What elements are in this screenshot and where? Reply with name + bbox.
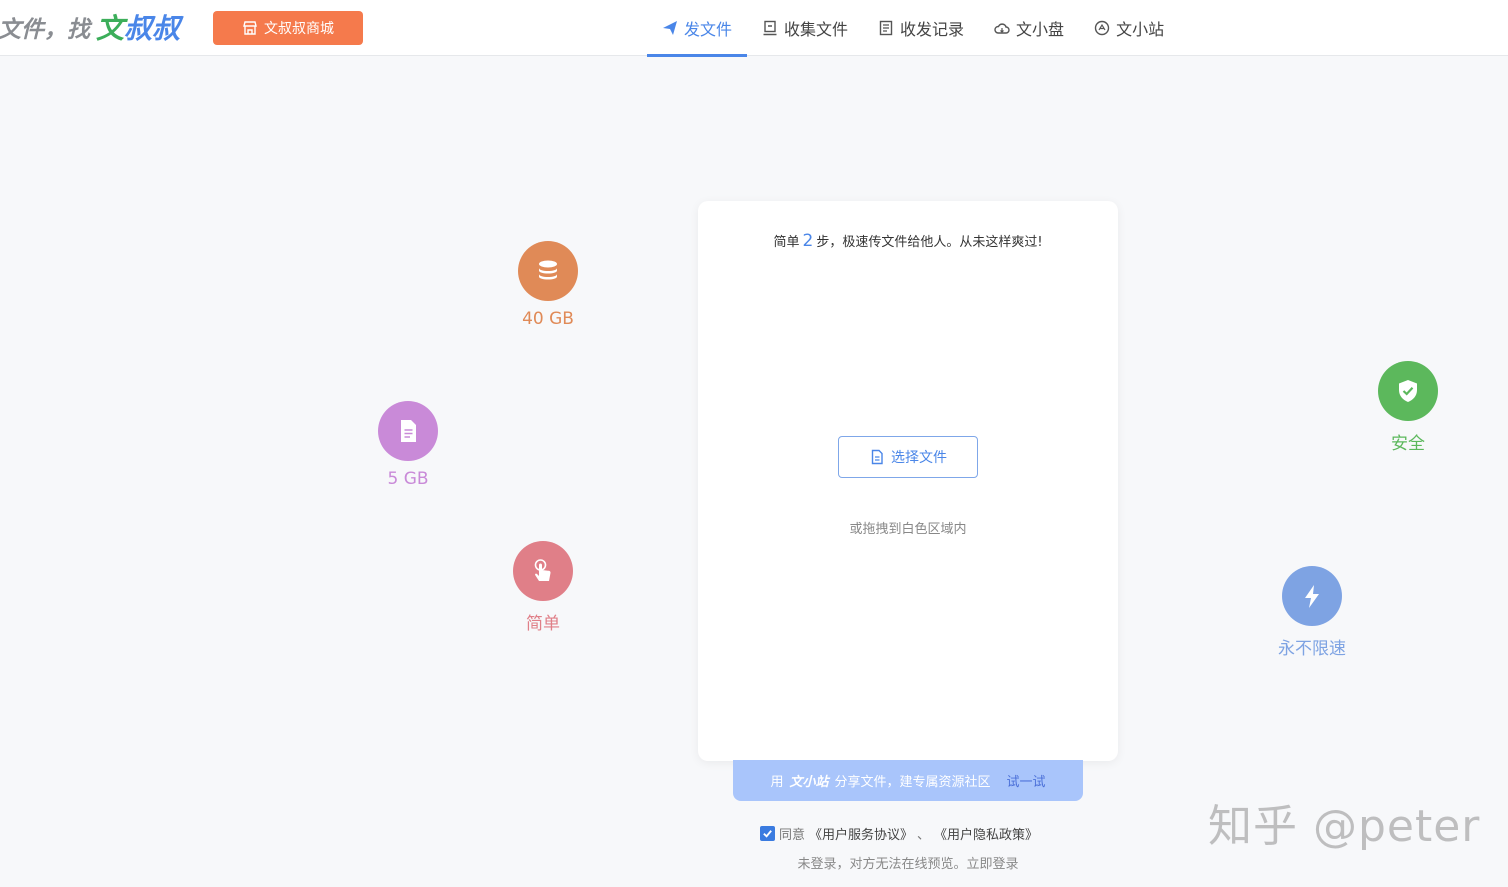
- feature-secure: 安全: [1348, 361, 1468, 454]
- feature-file-size-circle: [378, 401, 438, 461]
- file-icon: [401, 420, 416, 442]
- login-hint[interactable]: 未登录，对方无法在线预览。立即登录: [797, 857, 1018, 872]
- login-hint-row: 未登录，对方无法在线预览。立即登录: [0, 853, 1508, 872]
- feature-storage: 40 GB: [488, 241, 608, 329]
- nav-collect-file[interactable]: 收集文件: [747, 0, 863, 56]
- feature-simple: 简单: [483, 541, 603, 634]
- feature-speed: 永不限速: [1252, 566, 1372, 659]
- feature-storage-label: 40 GB: [522, 309, 574, 329]
- nav-station[interactable]: 文小站: [1079, 0, 1179, 56]
- title-step-count: 2: [802, 231, 814, 251]
- title-suffix: 步，极速传文件给他人。从未这样爽过!: [816, 235, 1043, 250]
- station-promo-banner[interactable]: 用 文小站 分享文件，建专属资源社区 试一试: [733, 760, 1083, 801]
- banner-prefix: 用: [770, 775, 784, 790]
- shield-check-icon: [1399, 380, 1417, 402]
- feature-file-size: 5 GB: [348, 401, 468, 489]
- agreement-row: 同意 《用户服务协议》 、 《用户隐私政策》: [760, 824, 1038, 843]
- upload-drop-area[interactable]: 简单 2 步，极速传文件给他人。从未这样爽过! 选择文件 或拖拽到白色区域内: [698, 201, 1118, 761]
- main-nav: 发文件 收集文件 收发记录 文小盘 文小站: [647, 0, 1179, 57]
- nav-label: 文小站: [1116, 20, 1165, 39]
- document-icon: [871, 449, 883, 465]
- feature-speed-label: 永不限速: [1278, 639, 1346, 659]
- upload-card-title: 简单 2 步，极速传文件给他人。从未这样爽过!: [698, 231, 1118, 251]
- nav-label: 收发记录: [900, 20, 965, 39]
- drag-hint: 或拖拽到白色区域内: [849, 522, 967, 537]
- agree-label: 同意: [779, 828, 806, 843]
- logo-brand-first: 文: [96, 12, 125, 45]
- nav-cloud-disk[interactable]: 文小盘: [979, 0, 1079, 56]
- feature-storage-circle: [518, 241, 578, 301]
- try-it-link[interactable]: 试一试: [1007, 771, 1046, 790]
- tap-hand-icon: [534, 559, 551, 581]
- cloud-disk-icon: [994, 23, 1010, 34]
- nav-records[interactable]: 收发记录: [863, 0, 979, 56]
- select-file-label: 选择文件: [891, 450, 947, 466]
- nav-send-file[interactable]: 发文件: [647, 0, 748, 57]
- lightning-icon: [1305, 585, 1319, 608]
- feature-file-size-label: 5 GB: [387, 469, 429, 489]
- checkmark-icon: [763, 830, 772, 838]
- collect-icon: [763, 20, 777, 36]
- store-icon: [243, 21, 257, 35]
- record-icon: [879, 20, 893, 36]
- banner-brand: 文小站: [789, 775, 829, 790]
- shop-button[interactable]: 文叔叔商城: [213, 11, 363, 45]
- logo-brand-rest: 叔叔: [124, 12, 181, 45]
- send-icon: [663, 21, 677, 35]
- station-icon: [1094, 20, 1110, 36]
- top-header: 文件，找 文 叔叔 文叔叔商城 发文件 收集文件 收发记录 文小盘 文小站: [0, 0, 1508, 57]
- feature-simple-label: 简单: [526, 614, 560, 634]
- nav-label: 收集文件: [784, 20, 849, 39]
- select-file-button[interactable]: 选择文件: [838, 436, 978, 478]
- database-icon: [539, 260, 557, 280]
- feature-speed-circle: [1282, 566, 1342, 626]
- agreement-separator: 、: [917, 828, 931, 843]
- banner-text: 分享文件，建专属资源社区: [834, 775, 991, 790]
- feature-secure-circle: [1378, 361, 1438, 421]
- service-agreement-link[interactable]: 《用户服务协议》: [809, 824, 913, 843]
- feature-simple-circle: [513, 541, 573, 601]
- feature-secure-label: 安全: [1391, 434, 1425, 454]
- watermark: 知乎 @peter: [1208, 801, 1481, 852]
- title-prefix: 简单: [773, 235, 800, 250]
- nav-label: 文小盘: [1016, 20, 1065, 39]
- nav-label: 发文件: [684, 20, 733, 39]
- agree-checkbox[interactable]: [760, 826, 775, 841]
- shop-button-label: 文叔叔商城: [264, 21, 334, 37]
- logo-slogan: 文件，找: [0, 17, 90, 43]
- privacy-policy-link[interactable]: 《用户隐私政策》: [934, 824, 1038, 843]
- logo[interactable]: 文件，找 文 叔叔: [0, 8, 180, 46]
